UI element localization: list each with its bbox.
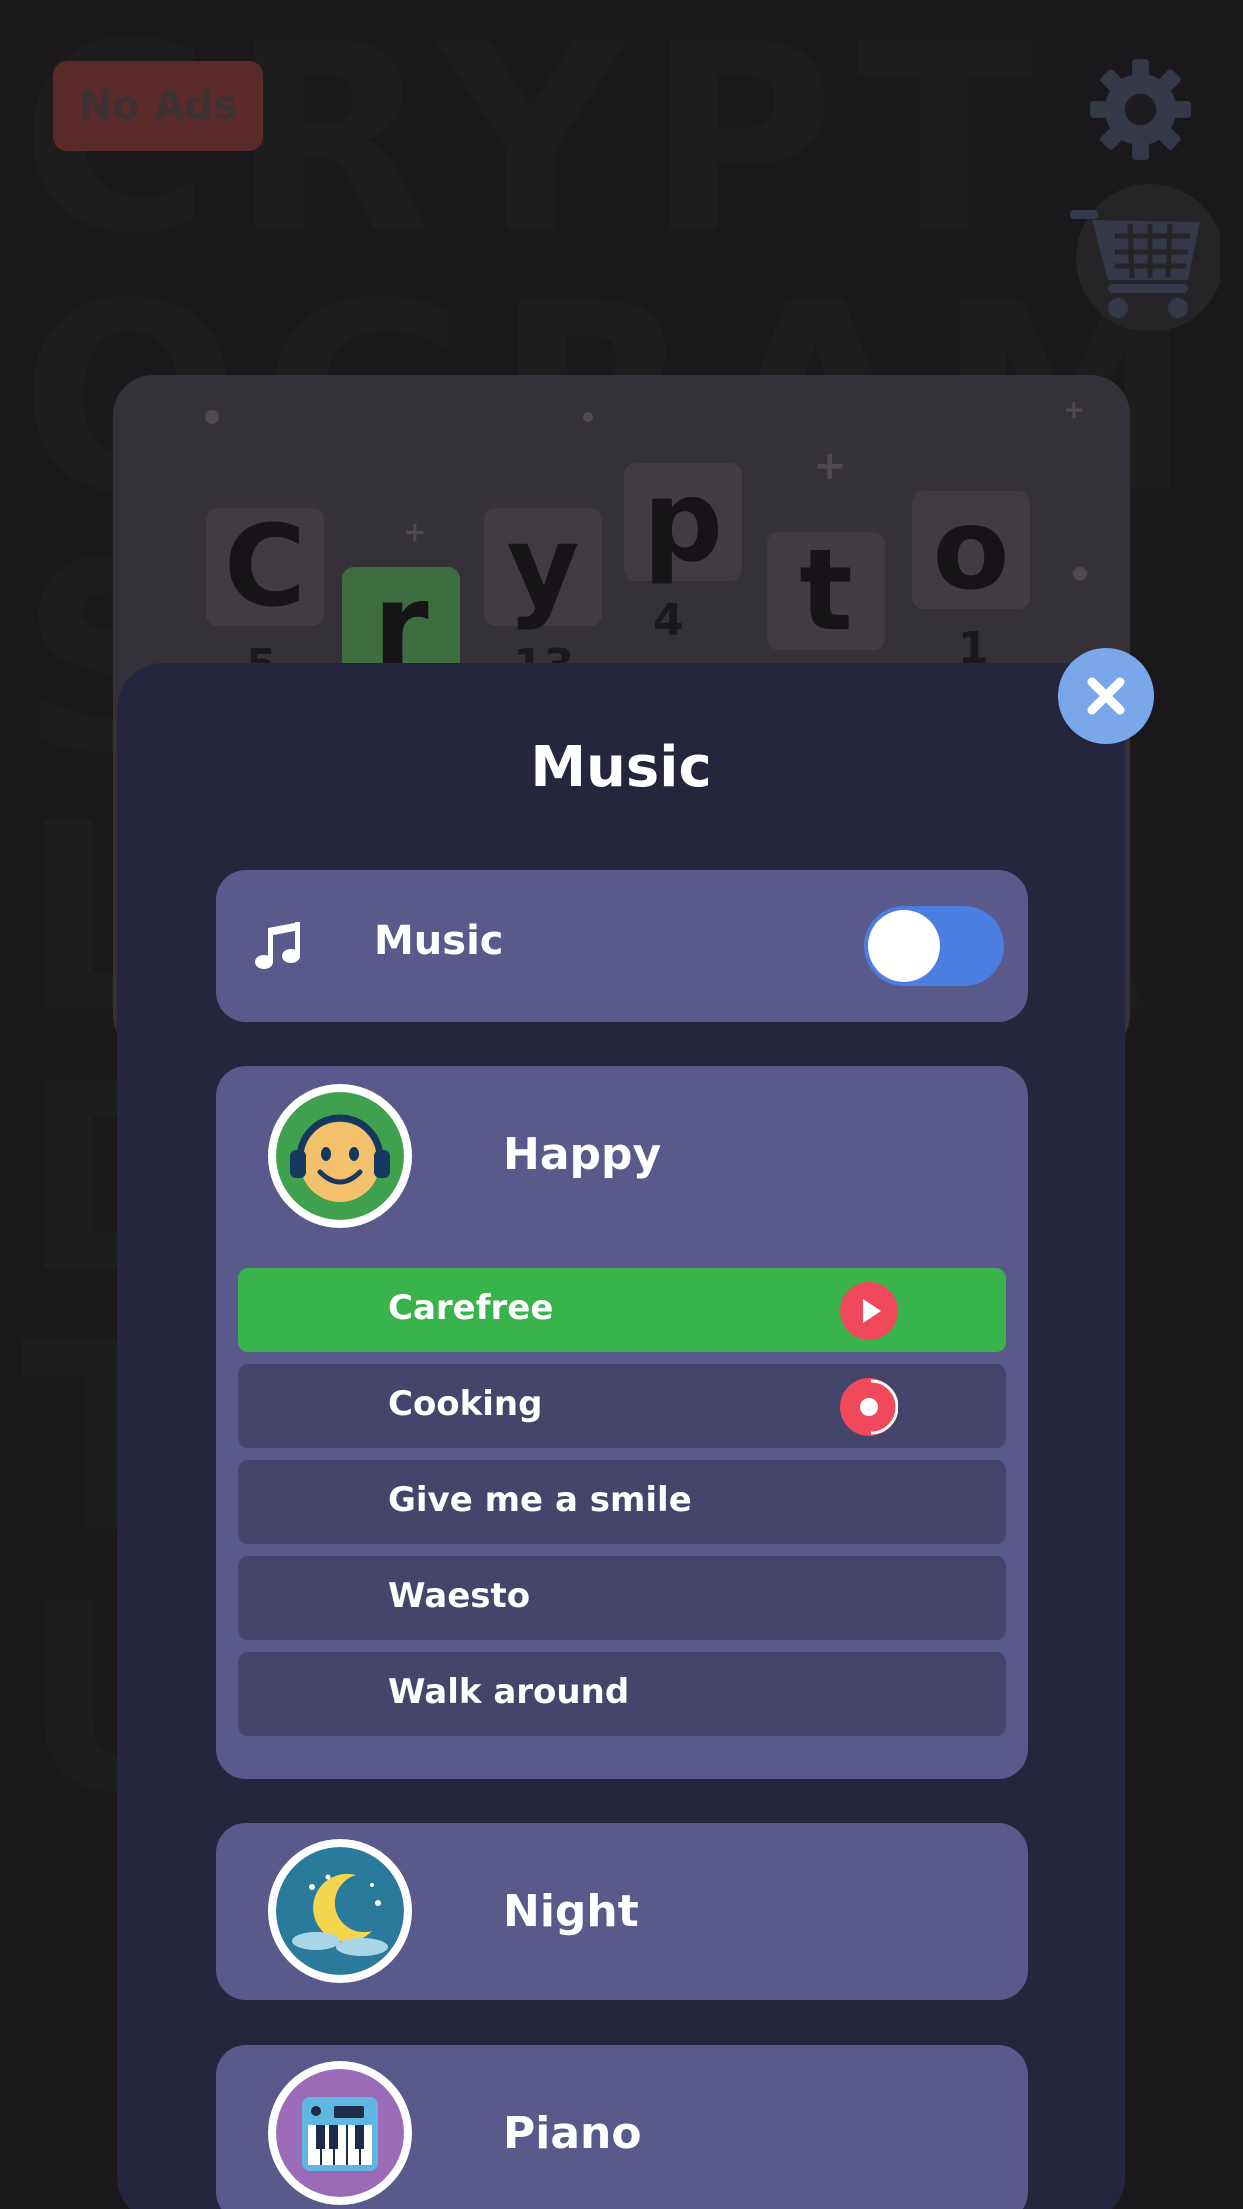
music-toggle-label: Music — [374, 918, 504, 964]
group-avatar — [268, 2061, 412, 2205]
music-toggle-row: Music — [216, 870, 1028, 1022]
decor-dot — [583, 412, 593, 422]
decor-plus: + — [813, 443, 847, 489]
play-icon — [863, 1299, 881, 1323]
logo-letter: p — [642, 457, 724, 587]
logo-tile: C — [206, 508, 324, 626]
track-name: Walk around — [388, 1672, 630, 1712]
logo-number: 4 — [653, 595, 684, 646]
track-item[interactable]: Carefree — [238, 1268, 1006, 1352]
track-name: Waesto — [388, 1576, 531, 1616]
smiley-headphones-icon — [276, 1092, 404, 1220]
music-note-icon — [255, 922, 300, 969]
music-group-piano[interactable]: Piano — [216, 2045, 1028, 2209]
music-group-night[interactable]: Night — [216, 1823, 1028, 2000]
logo-tile: y — [484, 508, 602, 626]
close-icon — [1087, 677, 1125, 715]
decor-dot — [205, 410, 219, 424]
decor-plus: + — [1063, 395, 1085, 425]
group-name: Night — [503, 1886, 639, 1937]
no-ads-label: No Ads — [78, 83, 238, 129]
track-item[interactable]: Cooking — [238, 1364, 1006, 1448]
shopping-cart-icon[interactable] — [1060, 180, 1220, 330]
logo-letter: t — [799, 526, 853, 656]
play-button[interactable] — [840, 1282, 898, 1340]
logo-tile: o — [912, 491, 1030, 609]
music-toggle-switch[interactable] — [864, 906, 1004, 986]
track-item[interactable]: Give me a smile — [238, 1460, 1006, 1544]
moon-night-icon — [276, 1847, 404, 1975]
group-name: Piano — [503, 2108, 642, 2159]
loading-indicator — [840, 1378, 899, 1436]
group-avatar — [268, 1839, 412, 1983]
loading-icon — [860, 1379, 899, 1435]
track-name: Cooking — [388, 1384, 543, 1424]
close-button[interactable] — [1058, 648, 1154, 744]
decor-plus: + — [403, 515, 427, 548]
gear-icon[interactable] — [1088, 57, 1193, 162]
track-name: Carefree — [388, 1288, 554, 1328]
logo-tile: t — [767, 532, 885, 650]
logo-letter: o — [932, 485, 1010, 615]
track-item[interactable]: Waesto — [238, 1556, 1006, 1640]
logo-letter: y — [506, 502, 580, 632]
logo-tile: p — [624, 463, 742, 581]
music-group-happy[interactable]: Happy Carefree Cooking Give me a smile W… — [216, 1066, 1028, 1779]
decor-dot — [1073, 567, 1087, 581]
logo-letter: C — [223, 502, 307, 632]
toggle-knob — [868, 910, 940, 982]
track-name: Give me a smile — [388, 1480, 692, 1520]
group-name: Happy — [503, 1129, 662, 1180]
no-ads-button[interactable]: No Ads — [53, 61, 263, 151]
piano-keyboard-icon — [276, 2069, 404, 2197]
modal-title: Music — [530, 735, 712, 800]
track-item[interactable]: Walk around — [238, 1652, 1006, 1736]
group-avatar — [268, 1084, 412, 1228]
